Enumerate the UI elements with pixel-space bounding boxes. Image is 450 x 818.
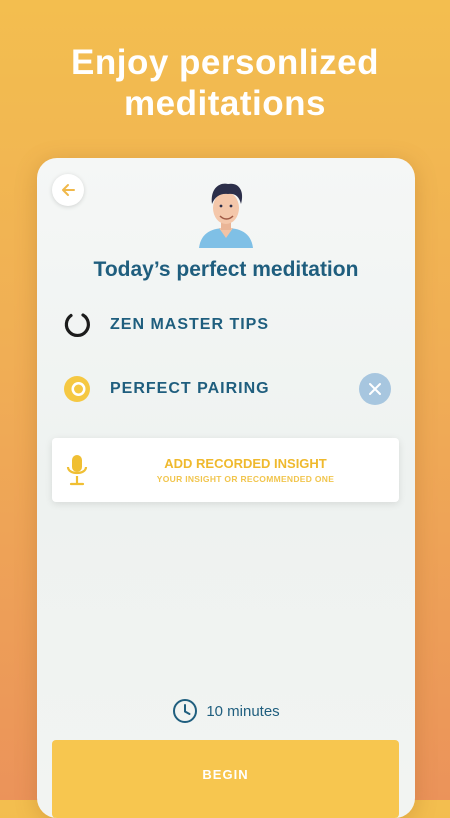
begin-button[interactable]: BEGIN (52, 740, 399, 818)
headline: Enjoy personlized meditations (0, 42, 450, 124)
duration: 10 minutes (37, 698, 415, 724)
insight-subtitle: YOUR INSIGHT OR RECOMMENDED ONE (156, 474, 335, 484)
meditation-card: Today’s perfect meditation ZEN MASTER TI… (37, 158, 415, 818)
close-icon (369, 383, 381, 395)
item-label: ZEN MASTER TIPS (110, 316, 270, 333)
headline-line-1: Enjoy personlized (71, 43, 379, 82)
remove-pairing-button[interactable] (359, 373, 391, 405)
back-button[interactable] (52, 174, 84, 206)
item-perfect-pairing[interactable]: PERFECT PAIRING (62, 374, 270, 404)
clock-icon (173, 699, 198, 723)
begin-label: BEGIN (202, 767, 249, 782)
insight-title: ADD RECORDED INSIGHT (164, 456, 327, 471)
yellow-ring-icon (64, 376, 90, 402)
arrow-left-icon (62, 184, 75, 196)
add-insight-button[interactable]: ADD RECORDED INSIGHT YOUR INSIGHT OR REC… (52, 438, 399, 502)
microphone-icon (66, 455, 88, 486)
item-zen-master-tips[interactable]: ZEN MASTER TIPS (62, 310, 269, 340)
enso-circle-icon (64, 313, 90, 338)
headline-line-2: meditations (124, 84, 326, 123)
item-label: PERFECT PAIRING (110, 380, 270, 397)
duration-text: 10 minutes (206, 702, 280, 720)
guide-avatar (199, 183, 253, 248)
card-title: Today’s perfect meditation (93, 258, 359, 281)
